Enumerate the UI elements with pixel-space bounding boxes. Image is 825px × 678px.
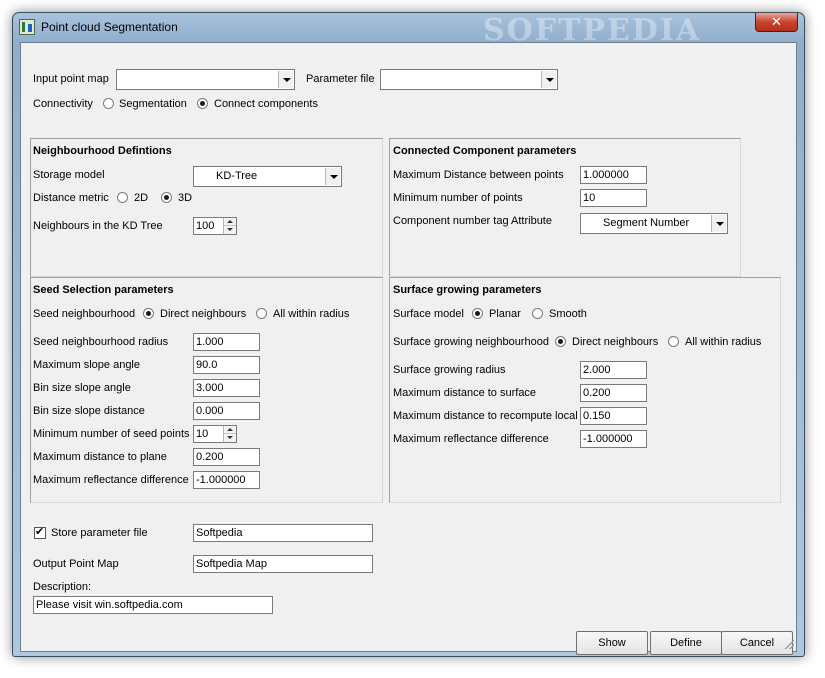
spin-buttons[interactable] bbox=[223, 218, 236, 234]
seed-row-field[interactable]: 1.000 bbox=[193, 333, 260, 351]
window-title: Point cloud Segmentation bbox=[41, 20, 178, 34]
seed-row-field[interactable]: 0.000 bbox=[193, 402, 260, 420]
min-points-label: Minimum number of points bbox=[393, 192, 523, 204]
seed-row-label: Seed neighbourhood radius bbox=[33, 336, 169, 348]
dialog-window: SOFTPEDIA Point cloud Segmentation ✕ Inp… bbox=[12, 12, 805, 657]
chevron-down-icon[interactable] bbox=[711, 215, 726, 232]
chevron-down-icon[interactable] bbox=[541, 71, 556, 88]
surface-direct-radio[interactable] bbox=[555, 336, 566, 347]
min-seed-points-value: 10 bbox=[196, 428, 209, 440]
connectivity-label: Connectivity bbox=[33, 98, 93, 110]
spin-up-icon[interactable] bbox=[224, 426, 236, 434]
spin-up-icon[interactable] bbox=[224, 218, 236, 226]
neighbourhood-title: Neighbourhood Defintions bbox=[33, 145, 172, 157]
dialog-client-area: Input point map Parameter file Connectiv… bbox=[20, 42, 797, 655]
surface-row-label: Maximum distance to surface bbox=[393, 387, 537, 399]
seed-row-field[interactable]: 0.200 bbox=[193, 448, 260, 466]
seed-direct-label: Direct neighbours bbox=[160, 308, 247, 320]
tag-attribute-label: Component number tag Attribute bbox=[393, 215, 552, 227]
input-point-map-combo[interactable] bbox=[116, 69, 295, 90]
surface-direct-label: Direct neighbours bbox=[572, 336, 659, 348]
distance-metric-label: Distance metric bbox=[33, 192, 109, 204]
resize-grip-icon[interactable] bbox=[782, 637, 794, 649]
storage-model-label: Storage model bbox=[33, 169, 105, 181]
surface-row-label: Maximum reflectance difference bbox=[393, 433, 549, 445]
surface-row-field[interactable]: 0.150 bbox=[580, 407, 647, 425]
seed-row-label: Bin size slope distance bbox=[33, 405, 145, 417]
parameter-file-label: Parameter file bbox=[306, 73, 375, 85]
close-button[interactable]: ✕ bbox=[755, 13, 798, 32]
spin-down-icon[interactable] bbox=[224, 434, 236, 442]
seed-row-label: Minimum number of seed points bbox=[33, 428, 190, 440]
surface-model-label: Surface model bbox=[393, 308, 464, 320]
surface-row-field[interactable]: -1.000000 bbox=[580, 430, 647, 448]
seed-radius-radio[interactable] bbox=[256, 308, 267, 319]
surface-planar-radio[interactable] bbox=[472, 308, 483, 319]
surface-row-field[interactable]: 2.000 bbox=[580, 361, 647, 379]
store-parameter-field[interactable]: Softpedia bbox=[193, 524, 373, 542]
segmentation-radio[interactable] bbox=[103, 98, 114, 109]
output-point-map-label: Output Point Map bbox=[33, 558, 119, 570]
tag-attribute-value: Segment Number bbox=[603, 217, 690, 229]
distance-2d-label: 2D bbox=[134, 192, 149, 204]
connect-components-label: Connect components bbox=[214, 98, 318, 110]
define-button[interactable]: Define bbox=[650, 631, 722, 655]
input-point-map-label: Input point map bbox=[33, 73, 109, 85]
show-button[interactable]: Show bbox=[576, 631, 648, 655]
output-point-map-field[interactable]: Softpedia Map bbox=[193, 555, 373, 573]
spin-buttons[interactable] bbox=[223, 426, 236, 442]
title-bar[interactable]: SOFTPEDIA Point cloud Segmentation ✕ bbox=[13, 13, 804, 48]
connected-component-group bbox=[389, 138, 741, 277]
max-distance-label: Maximum Distance between points bbox=[393, 169, 564, 181]
chevron-down-icon[interactable] bbox=[325, 168, 340, 185]
surface-radius-radio[interactable] bbox=[668, 336, 679, 347]
surface-radius-label: All within radius bbox=[685, 336, 762, 348]
neighbourhood-group bbox=[30, 138, 383, 277]
seed-row-field[interactable]: -1.000000 bbox=[193, 471, 260, 489]
max-distance-field[interactable]: 1.000000 bbox=[580, 166, 647, 184]
store-parameter-checkbox[interactable] bbox=[34, 525, 46, 539]
min-seed-points-stepper[interactable]: 10 bbox=[193, 425, 237, 443]
description-label: Description: bbox=[33, 581, 92, 593]
seed-radius-label: All within radius bbox=[273, 308, 350, 320]
surface-row-label: Surface growing radius bbox=[393, 364, 506, 376]
neighbours-kd-label: Neighbours in the KD Tree bbox=[33, 220, 163, 232]
min-points-field[interactable]: 10 bbox=[580, 189, 647, 207]
seed-row-label: Bin size slope angle bbox=[33, 382, 131, 394]
surface-smooth-radio[interactable] bbox=[532, 308, 543, 319]
spin-down-icon[interactable] bbox=[224, 226, 236, 234]
segmentation-label: Segmentation bbox=[119, 98, 187, 110]
distance-3d-radio[interactable] bbox=[161, 192, 172, 203]
neighbours-kd-value: 100 bbox=[196, 220, 215, 232]
storage-model-combo[interactable]: KD-Tree bbox=[193, 166, 342, 187]
description-field[interactable]: Please visit win.softpedia.com bbox=[33, 596, 273, 614]
storage-model-value: KD-Tree bbox=[216, 170, 258, 182]
connect-components-radio[interactable] bbox=[197, 98, 208, 109]
surface-neighbourhood-label: Surface growing neighbourhood bbox=[393, 336, 549, 348]
distance-3d-label: 3D bbox=[178, 192, 193, 204]
surface-smooth-label: Smooth bbox=[549, 308, 587, 320]
seed-neighbourhood-label: Seed neighbourhood bbox=[33, 308, 136, 320]
seed-row-label: Maximum distance to plane bbox=[33, 451, 167, 463]
store-parameter-label: Store parameter file bbox=[51, 527, 148, 539]
surface-growing-title: Surface growing parameters bbox=[393, 284, 542, 296]
parameter-file-combo[interactable] bbox=[380, 69, 558, 90]
surface-row-field[interactable]: 0.200 bbox=[580, 384, 647, 402]
seed-selection-title: Seed Selection parameters bbox=[33, 284, 174, 296]
seed-row-label: Maximum slope angle bbox=[33, 359, 140, 371]
tag-attribute-combo[interactable]: Segment Number bbox=[580, 213, 728, 234]
surface-row-label: Maximum distance to recompute local bbox=[393, 410, 578, 422]
seed-row-label: Maximum reflectance difference bbox=[33, 474, 189, 486]
connected-component-title: Connected Component parameters bbox=[393, 145, 577, 157]
seed-direct-radio[interactable] bbox=[143, 308, 154, 319]
seed-row-field[interactable]: 3.000 bbox=[193, 379, 260, 397]
app-icon bbox=[19, 19, 35, 35]
surface-planar-label: Planar bbox=[489, 308, 521, 320]
distance-2d-radio[interactable] bbox=[117, 192, 128, 203]
neighbours-kd-stepper[interactable]: 100 bbox=[193, 217, 237, 235]
chevron-down-icon[interactable] bbox=[278, 71, 293, 88]
seed-row-field[interactable]: 90.0 bbox=[193, 356, 260, 374]
